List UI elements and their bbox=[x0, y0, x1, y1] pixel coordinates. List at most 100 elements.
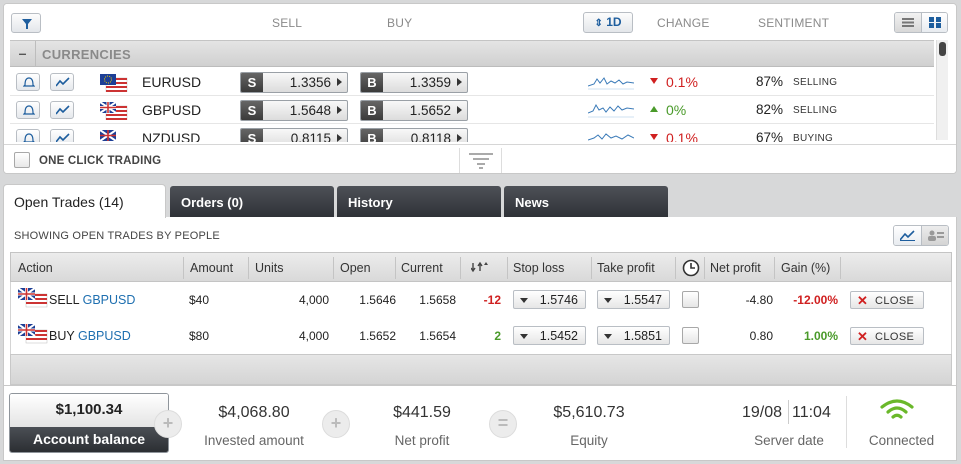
trade-gain: 1.00% bbox=[803, 329, 838, 343]
rates-header: SELL BUY ⇕ 1D CHANGE SENTIMENT bbox=[4, 4, 956, 40]
alert-button[interactable] bbox=[16, 129, 40, 142]
sort-icon[interactable] bbox=[469, 153, 493, 169]
currencies-panel: SELL BUY ⇕ 1D CHANGE SENTIMENT – CURRENC… bbox=[3, 3, 957, 174]
trade-action: BUY GBPUSD bbox=[49, 329, 131, 343]
divider bbox=[459, 148, 460, 173]
col-gain[interactable]: Gain (%) bbox=[781, 261, 830, 275]
trade-row[interactable]: BUY GBPUSD $80 4,000 1.5652 1.5654 2 1.5… bbox=[10, 318, 952, 355]
col-net-profit[interactable]: Net profit bbox=[710, 261, 761, 275]
col-amount[interactable]: Amount bbox=[190, 261, 233, 275]
trade-action: SELL GBPUSD bbox=[49, 293, 135, 307]
invested-label: Invested amount bbox=[204, 433, 304, 448]
sell-button[interactable]: S 1.3356 bbox=[240, 72, 348, 93]
sentiment-label: SELLING bbox=[793, 77, 838, 88]
alert-button[interactable] bbox=[16, 101, 40, 119]
divider bbox=[501, 148, 502, 173]
scroll-thumb[interactable] bbox=[939, 42, 946, 56]
server-date-label: Server date bbox=[754, 433, 824, 448]
sell-tag: S bbox=[241, 101, 263, 120]
bell-icon bbox=[23, 77, 35, 87]
up-arrow-icon bbox=[650, 106, 658, 112]
col-units[interactable]: Units bbox=[255, 261, 283, 275]
flag-icon bbox=[100, 74, 128, 92]
divider bbox=[846, 396, 847, 448]
buy-button[interactable]: B 1.3359 bbox=[360, 72, 468, 93]
stop-loss-select[interactable]: 1.5746 bbox=[513, 290, 586, 309]
trade-units: 4,000 bbox=[298, 329, 329, 343]
sell-price: 0.8115 bbox=[290, 131, 331, 142]
take-profit-select[interactable]: 1.5851 bbox=[597, 326, 670, 345]
open-trades-panel: SHOWING OPEN TRADES BY PEOPLE Action Amo… bbox=[3, 217, 957, 386]
stop-loss-select[interactable]: 1.5452 bbox=[513, 326, 586, 345]
buy-column-header: BUY bbox=[387, 16, 413, 30]
chart-button[interactable] bbox=[50, 129, 74, 142]
trade-row[interactable]: SELL GBPUSD $40 4,000 1.5646 1.5658 -12 … bbox=[10, 282, 952, 319]
people-view-button[interactable] bbox=[921, 226, 948, 245]
grid-view-button[interactable] bbox=[921, 13, 947, 32]
trade-net-profit: -4.80 bbox=[745, 293, 773, 307]
net-profit-label: Net profit bbox=[394, 433, 450, 448]
tab-news[interactable]: News bbox=[504, 186, 668, 218]
chart-button[interactable] bbox=[50, 101, 74, 119]
take-profit-value: 1.5851 bbox=[623, 329, 662, 343]
close-trade-button[interactable]: ✕ CLOSE bbox=[850, 327, 924, 345]
one-click-checkbox[interactable] bbox=[14, 152, 30, 168]
change-value: 0% bbox=[666, 102, 687, 118]
alert-button[interactable] bbox=[16, 73, 40, 91]
sell-button[interactable]: S 1.5648 bbox=[240, 100, 348, 121]
trade-pair-link[interactable]: GBPUSD bbox=[83, 293, 136, 307]
rates-scrollbar[interactable] bbox=[936, 40, 948, 140]
trend-view-button[interactable] bbox=[894, 226, 921, 245]
col-current[interactable]: Current bbox=[401, 261, 443, 275]
buy-tag: B bbox=[361, 73, 383, 92]
close-label: CLOSE bbox=[875, 331, 915, 343]
bell-icon bbox=[23, 133, 35, 142]
caret-right-icon bbox=[457, 134, 462, 142]
tab-open-trades[interactable]: Open Trades (14) bbox=[3, 184, 166, 218]
sell-price: 1.3356 bbox=[289, 75, 331, 90]
account-balance-box[interactable]: $1,100.34 Account balance bbox=[9, 393, 169, 453]
take-profit-select[interactable]: 1.5547 bbox=[597, 290, 670, 309]
trade-open: 1.5646 bbox=[359, 293, 396, 307]
clock-icon[interactable] bbox=[682, 259, 700, 277]
trade-side: BUY bbox=[49, 329, 75, 343]
view-toggle bbox=[894, 12, 948, 33]
list-view-button[interactable] bbox=[895, 13, 921, 32]
trade-pair-link[interactable]: GBPUSD bbox=[78, 329, 131, 343]
grid-view-icon bbox=[929, 17, 941, 28]
trade-checkbox[interactable] bbox=[682, 291, 699, 308]
col-take-profit[interactable]: Take profit bbox=[597, 261, 655, 275]
filter-button[interactable] bbox=[11, 13, 41, 33]
buy-button[interactable]: B 1.5652 bbox=[360, 100, 468, 121]
caret-right-icon bbox=[457, 106, 462, 114]
pips-sort-icon[interactable] bbox=[471, 261, 491, 273]
invested-value: $4,068.80 bbox=[218, 404, 290, 421]
col-action[interactable]: Action bbox=[18, 261, 53, 275]
collapse-button[interactable]: – bbox=[10, 41, 36, 67]
trade-pips: -12 bbox=[483, 293, 501, 307]
account-summary-bar: $1,100.34 Account balance + $4,068.80 In… bbox=[3, 386, 957, 461]
close-trade-button[interactable]: ✕ CLOSE bbox=[850, 291, 924, 309]
tab-history[interactable]: History bbox=[337, 186, 501, 218]
sparkline-icon bbox=[588, 133, 634, 141]
flag-icon bbox=[100, 130, 117, 142]
sell-button[interactable]: S 0.8115 bbox=[240, 128, 348, 142]
divider bbox=[395, 257, 396, 279]
trade-current: 1.5658 bbox=[419, 293, 456, 307]
trade-checkbox[interactable] bbox=[682, 327, 699, 344]
net-profit-value: $441.59 bbox=[393, 404, 451, 421]
change-value: 0.1% bbox=[666, 130, 698, 142]
divider bbox=[460, 257, 461, 279]
server-time: 11:04 bbox=[792, 404, 831, 421]
tab-orders[interactable]: Orders (0) bbox=[170, 186, 334, 218]
list-view-icon bbox=[902, 18, 914, 27]
buy-button[interactable]: B 0.8118 bbox=[360, 128, 468, 142]
account-balance-label: Account balance bbox=[10, 427, 168, 452]
sentiment-percent: 87% bbox=[756, 74, 784, 89]
divider bbox=[840, 257, 841, 279]
timeframe-button[interactable]: ⇕ 1D bbox=[583, 12, 633, 33]
caret-right-icon bbox=[337, 78, 342, 86]
chart-button[interactable] bbox=[50, 73, 74, 91]
col-open[interactable]: Open bbox=[340, 261, 371, 275]
col-stop-loss[interactable]: Stop loss bbox=[513, 261, 564, 275]
